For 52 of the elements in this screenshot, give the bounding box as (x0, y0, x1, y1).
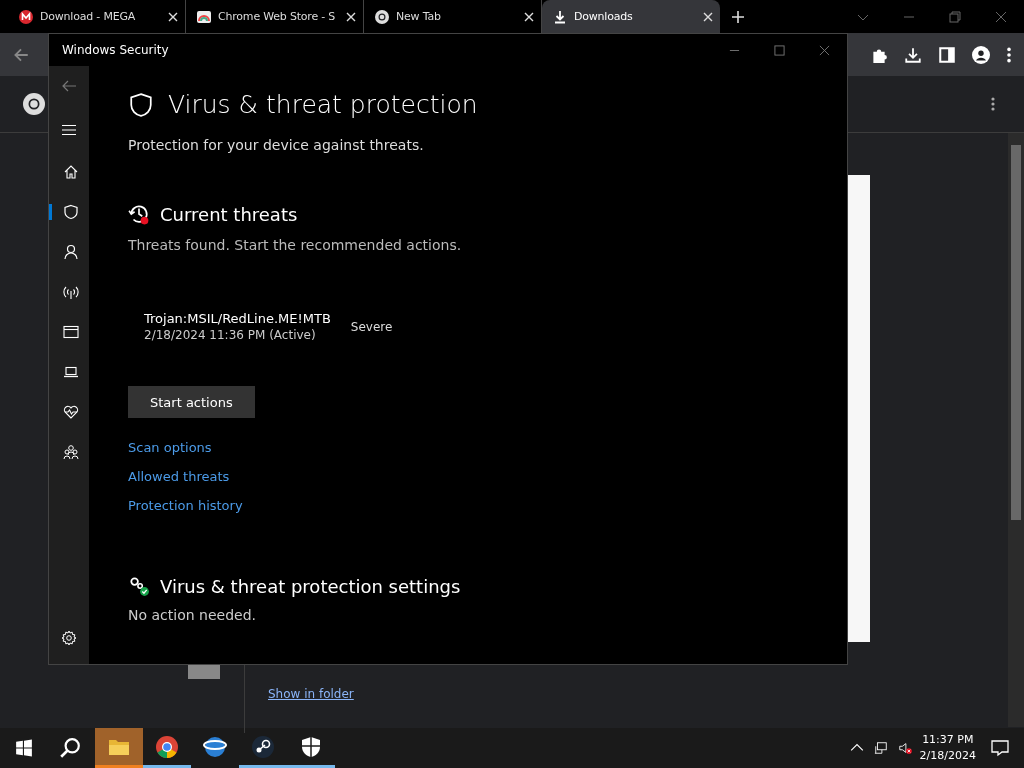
rainbow-icon (196, 8, 212, 25)
threat-severity: Severe (350, 319, 393, 334)
shield-icon (128, 91, 154, 118)
clock-date: 2/18/2024 (919, 748, 976, 764)
settings-icon[interactable] (61, 630, 77, 646)
gears-check-icon (128, 575, 150, 597)
browser-tab[interactable]: Downloads (542, 0, 720, 33)
network-icon[interactable] (873, 741, 888, 755)
download-icon (552, 8, 568, 25)
profile-avatar-icon[interactable] (972, 45, 990, 64)
shield-icon (62, 204, 79, 220)
shield-icon (299, 734, 323, 759)
threat-date: 2/18/2024 11:36 PM (Active) (144, 328, 317, 342)
show-in-folder-link[interactable]: Show in folder (268, 687, 354, 701)
clock-time: 11:37 PM (922, 732, 974, 748)
more-menu-icon[interactable] (1006, 45, 1012, 64)
download-icon[interactable] (904, 45, 922, 64)
menu-icon[interactable] (61, 122, 77, 138)
threat-name: Trojan:MSIL/RedLine.ME!MTB (144, 311, 331, 326)
window-title: Windows Security (62, 43, 169, 57)
laptop-icon (62, 364, 79, 380)
scrollbar-thumb[interactable] (1011, 145, 1021, 520)
clock-alert-icon (128, 203, 150, 225)
muted-speaker-icon[interactable] (897, 741, 912, 755)
section-description: Threats found. Start the recommended actions. (128, 237, 462, 253)
search-icon[interactable] (59, 737, 81, 759)
section-heading: Virus & threat protection settings (160, 575, 461, 597)
link[interactable]: Allowed threats (128, 469, 230, 484)
page-heading: Virus & threat protection (168, 90, 478, 119)
windows-start-icon[interactable] (15, 739, 33, 757)
app-window-icon (62, 324, 79, 340)
m-logo-icon (18, 8, 34, 25)
clock[interactable]: 11:37 PM 2/18/2024 (919, 732, 976, 764)
back-arrow-icon[interactable] (61, 78, 77, 94)
heart-pulse-icon (62, 404, 79, 420)
side-panel-icon[interactable] (938, 45, 956, 64)
section-description: No action needed. (128, 607, 256, 623)
person-icon (62, 244, 79, 260)
start-actions-button[interactable]: Start actions (128, 386, 255, 418)
section-heading: Current threats (160, 203, 298, 225)
scrollbar[interactable] (1008, 133, 1024, 727)
steam-icon (251, 734, 275, 759)
home-icon (62, 164, 79, 180)
globe-icon (203, 734, 227, 759)
link[interactable]: Scan options (128, 440, 212, 455)
people-icon (62, 444, 79, 460)
more-menu-icon[interactable] (990, 96, 996, 112)
notification-icon[interactable] (990, 738, 1010, 758)
page-subtitle: Protection for your device against threats. (128, 137, 424, 153)
wireless-signal-icon (62, 284, 79, 300)
link[interactable]: Protection history (128, 498, 243, 513)
new-tab-icon[interactable] (732, 10, 744, 23)
